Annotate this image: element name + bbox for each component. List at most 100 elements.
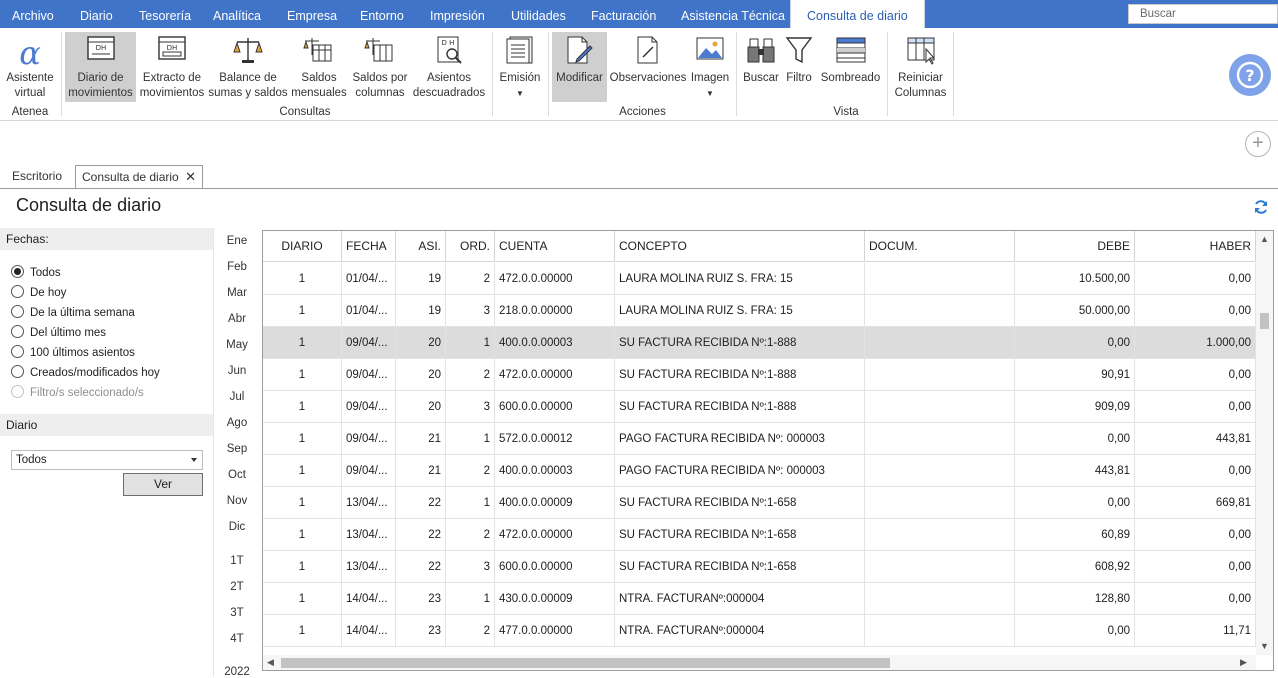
month-dic[interactable]: Dic: [213, 521, 261, 533]
filtro-button[interactable]: Filtro: [783, 32, 815, 102]
cell-concepto: SU FACTURA RECIBIDA Nº:1-888: [615, 359, 865, 391]
menu-consulta-de-diario[interactable]: Consulta de diario: [790, 0, 925, 28]
add-panel-button[interactable]: +: [1245, 131, 1271, 157]
vertical-scrollbar[interactable]: ▲ ▼: [1256, 231, 1273, 655]
table-row[interactable]: 1 13/04/... 22 3 600.0.0.00000 SU FACTURA REC…: [263, 551, 1256, 583]
help-button[interactable]: ?: [1229, 54, 1271, 96]
year-2022[interactable]: 2022: [213, 666, 261, 678]
table-row[interactable]: 1 13/04/... 22 1 400.0.0.00009 SU FACTURA REC…: [263, 487, 1256, 519]
column-diario[interactable]: DIARIO: [263, 231, 342, 262]
diario-select[interactable]: Todos: [11, 450, 203, 470]
quarter-2t[interactable]: 2T: [213, 581, 261, 593]
month-oct[interactable]: Oct: [213, 469, 261, 481]
tab-consulta-de-diario[interactable]: Consulta de diario ✕: [75, 165, 203, 189]
month-jul[interactable]: Jul: [213, 391, 261, 403]
column-cuenta[interactable]: CUENTA: [495, 231, 615, 262]
extracto-de-movimientos-button[interactable]: DH Extracto de movimientos: [138, 32, 206, 102]
quarter-1t[interactable]: 1T: [213, 555, 261, 567]
search-input[interactable]: Buscar: [1128, 4, 1278, 24]
modificar-button[interactable]: Modificar: [552, 32, 607, 102]
menu-diario[interactable]: Diario: [80, 0, 113, 28]
menu-archivo[interactable]: Archivo: [12, 0, 54, 28]
radio-todos[interactable]: Todos: [11, 265, 61, 281]
sombreado-button[interactable]: Sombreado: [818, 32, 883, 102]
column-debe[interactable]: DEBE: [1015, 231, 1135, 262]
month-nov[interactable]: Nov: [213, 495, 261, 507]
table-row[interactable]: 1 09/04/... 21 2 400.0.0.00003 PAGO FACTURA R…: [263, 455, 1256, 487]
label-line1: Imagen: [690, 72, 730, 84]
menu-asistencia-tecnica[interactable]: Asistencia Técnica: [681, 0, 785, 28]
cell-debe: 0,00: [1015, 423, 1135, 455]
emision-button[interactable]: Emisión ▼: [496, 32, 544, 102]
buscar-button[interactable]: Buscar: [741, 32, 781, 102]
table-row[interactable]: 1 13/04/... 22 2 472.0.0.00000 SU FACTURA REC…: [263, 519, 1256, 551]
ver-button[interactable]: Ver: [123, 473, 203, 496]
radio-circle: [11, 365, 24, 378]
label-line2: Columnas: [894, 87, 947, 99]
observaciones-button[interactable]: Observaciones: [609, 32, 687, 102]
refresh-button[interactable]: [1253, 199, 1269, 218]
vertical-scroll-thumb[interactable]: [1260, 313, 1269, 329]
table-row[interactable]: 1 14/04/... 23 1 430.0.0.00009 NTRA. FACTURAN…: [263, 583, 1256, 615]
column-concepto[interactable]: CONCEPTO: [615, 231, 865, 262]
horizontal-scrollbar[interactable]: ◀ ▶: [263, 655, 1256, 670]
reiniciar-columnas-button[interactable]: Reiniciar Columnas: [892, 32, 949, 102]
asientos-descuadrados-button[interactable]: D H Asientos descuadrados: [412, 32, 486, 102]
column-fecha[interactable]: FECHA: [342, 231, 396, 262]
radio-100-ultimos[interactable]: 100 últimos asientos: [11, 345, 135, 361]
menu-facturacion[interactable]: Facturación: [591, 0, 656, 28]
month-abr[interactable]: Abr: [213, 313, 261, 325]
cell-diario: 1: [263, 263, 342, 295]
imagen-button[interactable]: Imagen ▼: [689, 32, 731, 102]
tab-escritorio[interactable]: Escritorio: [1, 165, 73, 189]
column-asi[interactable]: ASI.: [396, 231, 446, 262]
scroll-up-icon[interactable]: ▲: [1260, 234, 1269, 244]
horizontal-scroll-thumb[interactable]: [281, 658, 890, 668]
close-icon[interactable]: ✕: [185, 169, 196, 184]
balance-sumas-saldos-button[interactable]: Balance de sumas y saldos: [208, 32, 288, 102]
table-row[interactable]: 1 09/04/... 20 1 400.0.0.00003 SU FACTURA REC…: [263, 327, 1256, 359]
scroll-right-icon[interactable]: ▶: [1240, 657, 1247, 668]
scroll-left-icon[interactable]: ◀: [267, 657, 274, 668]
label-line2: movimientos: [68, 87, 133, 99]
saldos-mensuales-button[interactable]: Saldos mensuales: [290, 32, 348, 102]
month-feb[interactable]: Feb: [213, 261, 261, 273]
column-docum[interactable]: DOCUM.: [865, 231, 1015, 262]
table-row[interactable]: 1 01/04/... 19 3 218.0.0.00000 LAURA MOLINA R…: [263, 295, 1256, 327]
asistente-virtual-button[interactable]: α Asistente virtual: [3, 32, 57, 102]
menu-impresion[interactable]: Impresión: [430, 0, 485, 28]
cell-docum: [865, 487, 1015, 519]
menu-tesoreria[interactable]: Tesorería: [139, 0, 191, 28]
radio-de-hoy[interactable]: De hoy: [11, 285, 66, 301]
radio-ultimo-mes[interactable]: Del último mes: [11, 325, 106, 341]
scroll-down-icon[interactable]: ▼: [1260, 641, 1269, 651]
quarter-4t[interactable]: 4T: [213, 633, 261, 645]
month-jun[interactable]: Jun: [213, 365, 261, 377]
radio-ultima-semana[interactable]: De la última semana: [11, 305, 135, 321]
month-mar[interactable]: Mar: [213, 287, 261, 299]
month-ene[interactable]: Ene: [213, 235, 261, 247]
menu-entorno[interactable]: Entorno: [360, 0, 404, 28]
table-row[interactable]: 1 09/04/... 21 1 572.0.0.00012 PAGO FACTURA R…: [263, 423, 1256, 455]
radio-label: De la última semana: [30, 307, 135, 319]
quarter-3t[interactable]: 3T: [213, 607, 261, 619]
cell-asi: 22: [396, 519, 446, 551]
page-title: Consulta de diario: [16, 195, 162, 215]
month-may[interactable]: May: [213, 339, 261, 351]
table-row[interactable]: 1 09/04/... 20 3 600.0.0.00000 SU FACTURA REC…: [263, 391, 1256, 423]
column-haber[interactable]: HABER: [1135, 231, 1256, 262]
label-line1: Saldos por: [352, 72, 408, 84]
radio-label: Todos: [30, 267, 61, 279]
menu-empresa[interactable]: Empresa: [287, 0, 337, 28]
column-ord[interactable]: ORD.: [446, 231, 495, 262]
radio-creados-hoy[interactable]: Creados/modificados hoy: [11, 365, 160, 381]
diario-de-movimientos-button[interactable]: DH Diario de movimientos: [65, 32, 136, 102]
table-row[interactable]: 1 01/04/... 19 2 472.0.0.00000 LAURA MOLINA R…: [263, 263, 1256, 295]
menu-utilidades[interactable]: Utilidades: [511, 0, 566, 28]
month-ago[interactable]: Ago: [213, 417, 261, 429]
table-row[interactable]: 1 09/04/... 20 2 472.0.0.00000 SU FACTURA REC…: [263, 359, 1256, 391]
table-row[interactable]: 1 14/04/... 23 2 477.0.0.00000 NTRA. FACTURAN…: [263, 615, 1256, 647]
saldos-por-columnas-button[interactable]: Saldos por columnas: [350, 32, 410, 102]
month-sep[interactable]: Sep: [213, 443, 261, 455]
menu-analitica[interactable]: Analítica: [213, 0, 261, 28]
